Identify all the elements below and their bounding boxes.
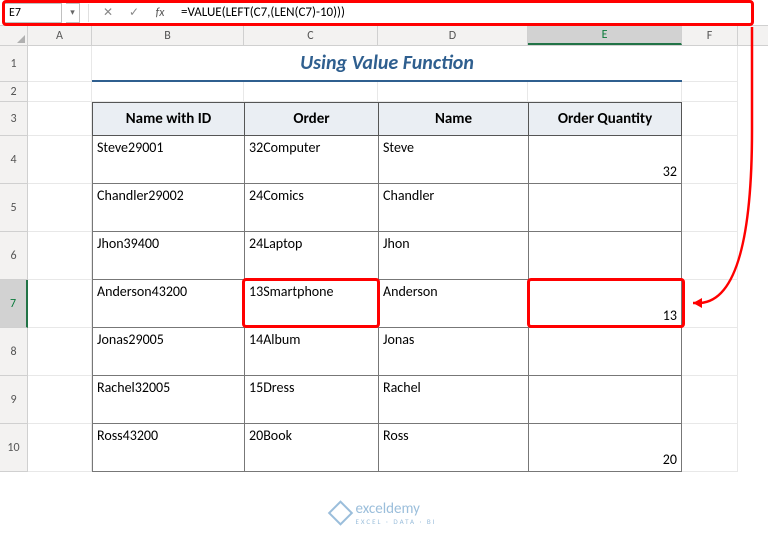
cell-A5[interactable]: [28, 184, 92, 232]
th-name[interactable]: Name: [378, 102, 528, 136]
watermark: exceldemy EXCEL · DATA · BI: [331, 500, 436, 526]
cell-E8[interactable]: [528, 328, 682, 376]
column-headers: A B C D E F: [0, 26, 768, 46]
cell-F5[interactable]: [682, 184, 738, 232]
cell-A8[interactable]: [28, 328, 92, 376]
cell-A4[interactable]: [28, 136, 92, 184]
row-header-3[interactable]: 3: [0, 102, 28, 136]
name-box[interactable]: E7: [4, 3, 62, 23]
cell-A2[interactable]: [28, 82, 92, 102]
th-order[interactable]: Order: [244, 102, 378, 136]
cell-B9[interactable]: Rachel32005: [92, 376, 244, 424]
cell-C8[interactable]: 14Album: [244, 328, 378, 376]
cell-D5[interactable]: Chandler: [378, 184, 528, 232]
cell-F1[interactable]: [682, 46, 738, 82]
cell-F10[interactable]: [682, 424, 738, 472]
cell-A6[interactable]: [28, 232, 92, 280]
cell-F3[interactable]: [682, 102, 738, 136]
col-header-E[interactable]: E: [528, 26, 682, 45]
name-box-dropdown[interactable]: ▾: [66, 3, 80, 23]
title: Using Value Function: [92, 46, 682, 82]
row-header-4[interactable]: 4: [0, 136, 28, 184]
cell-B6[interactable]: Jhon39400: [92, 232, 244, 280]
row-header-1[interactable]: 1: [0, 46, 28, 82]
cell-E10[interactable]: 20: [528, 424, 682, 472]
row-header-10[interactable]: 10: [0, 424, 28, 472]
cell-B8[interactable]: Jonas29005: [92, 328, 244, 376]
cell-E9[interactable]: [528, 376, 682, 424]
separator: [88, 4, 89, 22]
cell-A7[interactable]: [28, 280, 92, 328]
th-name-id[interactable]: Name with ID: [92, 102, 244, 136]
cell-D8[interactable]: Jonas: [378, 328, 528, 376]
col-header-B[interactable]: B: [92, 26, 244, 45]
grid: 1 Using Value Function 2 3 Name with ID …: [0, 46, 768, 472]
fx-icon[interactable]: fx: [149, 3, 171, 23]
cell-F6[interactable]: [682, 232, 738, 280]
cell-D6[interactable]: Jhon: [378, 232, 528, 280]
row-header-5[interactable]: 5: [0, 184, 28, 232]
cell-E6[interactable]: [528, 232, 682, 280]
cell-E7[interactable]: 13: [528, 280, 682, 328]
cell-B7[interactable]: Anderson43200: [92, 280, 244, 328]
row-header-2[interactable]: 2: [0, 82, 28, 102]
cell-A9[interactable]: [28, 376, 92, 424]
watermark-tag: EXCEL · DATA · BI: [355, 518, 436, 526]
row-header-6[interactable]: 6: [0, 232, 28, 280]
cell-E5[interactable]: [528, 184, 682, 232]
cell-F8[interactable]: [682, 328, 738, 376]
col-header-D[interactable]: D: [378, 26, 528, 45]
cell-C7[interactable]: 13Smartphone: [244, 280, 378, 328]
cell-C2[interactable]: [244, 82, 378, 102]
cell-C4[interactable]: 32Computer: [244, 136, 378, 184]
cell-C6[interactable]: 24Laptop: [244, 232, 378, 280]
row-header-7[interactable]: 7: [0, 280, 28, 328]
cell-E2[interactable]: [528, 82, 682, 102]
cell-D2[interactable]: [378, 82, 528, 102]
cell-F2[interactable]: [682, 82, 738, 102]
formula-input[interactable]: [175, 3, 764, 23]
enter-icon[interactable]: ✓: [123, 3, 145, 23]
cell-C10[interactable]: 20Book: [244, 424, 378, 472]
cell-D7[interactable]: Anderson: [378, 280, 528, 328]
cell-A10[interactable]: [28, 424, 92, 472]
col-header-C[interactable]: C: [244, 26, 378, 45]
watermark-brand: exceldemy: [355, 500, 419, 518]
cell-D10[interactable]: Ross: [378, 424, 528, 472]
cell-A1[interactable]: [28, 46, 92, 82]
select-all-triangle[interactable]: [0, 26, 28, 45]
row-header-9[interactable]: 9: [0, 376, 28, 424]
formula-bar: E7 ▾ ✕ ✓ fx: [0, 0, 768, 26]
cancel-icon[interactable]: ✕: [97, 3, 119, 23]
th-qty[interactable]: Order Quantity: [528, 102, 682, 136]
cell-B4[interactable]: Steve29001: [92, 136, 244, 184]
cell-F9[interactable]: [682, 376, 738, 424]
col-header-F[interactable]: F: [682, 26, 738, 45]
cell-D9[interactable]: Rachel: [378, 376, 528, 424]
col-header-A[interactable]: A: [28, 26, 92, 45]
cell-B5[interactable]: Chandler29002: [92, 184, 244, 232]
cell-C5[interactable]: 24Comics: [244, 184, 378, 232]
cell-F7[interactable]: [682, 280, 738, 328]
cell-F4[interactable]: [682, 136, 738, 184]
cell-E4[interactable]: 32: [528, 136, 682, 184]
cell-A3[interactable]: [28, 102, 92, 136]
cell-D4[interactable]: Steve: [378, 136, 528, 184]
watermark-icon: [328, 500, 353, 525]
row-header-8[interactable]: 8: [0, 328, 28, 376]
cell-C9[interactable]: 15Dress: [244, 376, 378, 424]
cell-B10[interactable]: Ross43200: [92, 424, 244, 472]
cell-B2[interactable]: [92, 82, 244, 102]
